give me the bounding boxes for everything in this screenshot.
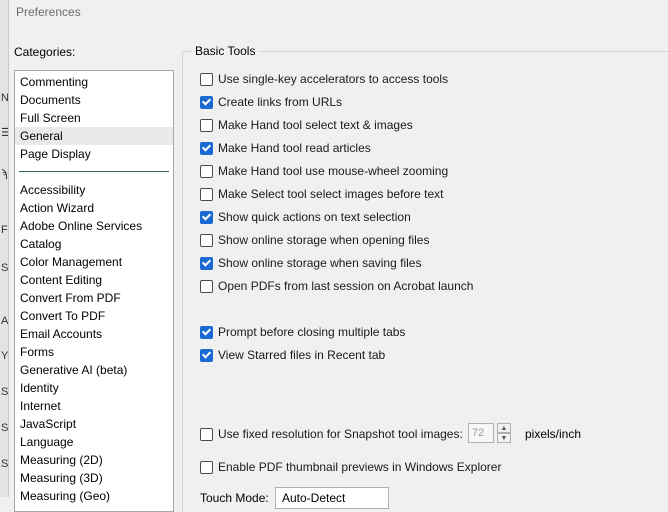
option-make-select-tool-select-images-before-te[interactable]: Make Select tool select images before te… — [200, 186, 443, 202]
category-item-catalog[interactable]: Catalog — [15, 235, 173, 253]
option-make-hand-tool-read-articles[interactable]: Make Hand tool read articles — [200, 140, 371, 156]
option-label: Use fixed resolution for Snapshot tool i… — [218, 427, 463, 441]
checkbox-checked-icon[interactable] — [200, 325, 213, 339]
basic-tools-legend: Basic Tools — [192, 44, 259, 58]
option-enable-pdf-thumbnail-previews-in-windows[interactable]: Enable PDF thumbnail previews in Windows… — [200, 459, 501, 475]
option-view-starred-files-in-recent-tab[interactable]: View Starred files in Recent tab — [200, 347, 385, 363]
resolution-spin-down-button[interactable]: ▼ — [497, 433, 511, 443]
checkbox-unchecked-icon[interactable] — [200, 164, 213, 178]
option-open-pdfs-from-last-session-on-acrobat-l[interactable]: Open PDFs from last session on Acrobat l… — [200, 278, 473, 294]
option-label: Make Hand tool read articles — [218, 141, 371, 155]
category-separator — [19, 171, 169, 172]
category-item-commenting[interactable]: Commenting — [15, 73, 173, 91]
category-item-internet[interactable]: Internet — [15, 397, 173, 415]
category-item-color-management[interactable]: Color Management — [15, 253, 173, 271]
option-show-quick-actions-on-text-selection[interactable]: Show quick actions on text selection — [200, 209, 411, 225]
option-make-hand-tool-select-text-images[interactable]: Make Hand tool select text & images — [200, 117, 413, 133]
category-item-email-accounts[interactable]: Email Accounts — [15, 325, 173, 343]
option-show-online-storage-when-opening-files[interactable]: Show online storage when opening files — [200, 232, 429, 248]
category-item-convert-to-pdf[interactable]: Convert To PDF — [15, 307, 173, 325]
category-item-measuring-2d[interactable]: Measuring (2D) — [15, 451, 173, 469]
checkbox-unchecked-icon[interactable] — [200, 72, 213, 86]
option-label: Make Select tool select images before te… — [218, 187, 444, 201]
option-label: Create links from URLs — [218, 95, 343, 109]
touch-mode-select[interactable]: Auto-Detect — [275, 487, 389, 509]
checkbox-checked-icon[interactable] — [200, 210, 213, 224]
chevron-down-icon: ▼ — [500, 434, 508, 442]
checkbox-unchecked-icon[interactable] — [200, 460, 213, 474]
resolution-spin-up-button[interactable]: ▲ — [497, 423, 511, 433]
category-item-action-wizard[interactable]: Action Wizard — [15, 199, 173, 217]
option-create-links-from-urls[interactable]: Create links from URLs — [200, 94, 342, 110]
option-label: Show online storage when opening files — [218, 233, 430, 247]
option-prompt-before-closing-multiple-tabs[interactable]: Prompt before closing multiple tabs — [200, 324, 405, 340]
background-fragment: ϡ — [1, 168, 8, 180]
category-item-generative-ai-beta[interactable]: Generative AI (beta) — [15, 361, 173, 379]
category-item-content-editing[interactable]: Content Editing — [15, 271, 173, 289]
option-label: Make Hand tool use mouse-wheel zooming — [218, 164, 449, 178]
background-fragment: F — [1, 224, 8, 236]
option-label: Make Hand tool select text & images — [218, 118, 413, 132]
categories-label: Categories: — [14, 45, 76, 59]
option-make-hand-tool-use-mouse-wheel-zooming[interactable]: Make Hand tool use mouse-wheel zooming — [200, 163, 448, 179]
category-item-language[interactable]: Language — [15, 433, 173, 451]
option-label: Show quick actions on text selection — [218, 210, 411, 224]
category-item-general[interactable]: General — [15, 127, 173, 145]
category-item-measuring-3d[interactable]: Measuring (3D) — [15, 469, 173, 487]
chevron-up-icon: ▲ — [500, 424, 508, 432]
checkbox-unchecked-icon[interactable] — [200, 233, 213, 247]
category-item-measuring-geo[interactable]: Measuring (Geo) — [15, 487, 173, 505]
category-item-identity[interactable]: Identity — [15, 379, 173, 397]
option-label: Show online storage when saving files — [218, 256, 422, 270]
checkbox-unchecked-icon[interactable] — [200, 187, 213, 201]
window-title: Preferences — [16, 5, 81, 19]
checkbox-unchecked-icon[interactable] — [200, 279, 213, 293]
checkbox-checked-icon[interactable] — [200, 95, 213, 109]
option-label: View Starred files in Recent tab — [218, 348, 386, 362]
option-label: Prompt before closing multiple tabs — [218, 325, 406, 339]
category-item-adobe-online-services[interactable]: Adobe Online Services — [15, 217, 173, 235]
option-label: Use single-key accelerators to access to… — [218, 72, 449, 86]
option-show-online-storage-when-saving-files[interactable]: Show online storage when saving files — [200, 255, 421, 271]
category-item-forms[interactable]: Forms — [15, 343, 173, 361]
checkbox-unchecked-icon[interactable] — [200, 118, 213, 132]
checkbox-checked-icon[interactable] — [200, 141, 213, 155]
resolution-unit-label: pixels/inch — [525, 427, 582, 441]
option-use-fixed-resolution-for-snapshot-tool-i[interactable]: Use fixed resolution for Snapshot tool i… — [200, 426, 463, 442]
category-item-javascript[interactable]: JavaScript — [15, 415, 173, 433]
option-use-single-key-accelerators-to-access-to[interactable]: Use single-key accelerators to access to… — [200, 71, 448, 87]
checkbox-unchecked-icon[interactable] — [200, 427, 213, 441]
checkbox-checked-icon[interactable] — [200, 256, 213, 270]
option-label: Enable PDF thumbnail previews in Windows… — [218, 460, 502, 474]
snapshot-resolution-input[interactable] — [468, 423, 494, 443]
checkbox-checked-icon[interactable] — [200, 348, 213, 362]
category-item-documents[interactable]: Documents — [15, 91, 173, 109]
category-item-full-screen[interactable]: Full Screen — [15, 109, 173, 127]
category-item-convert-from-pdf[interactable]: Convert From PDF — [15, 289, 173, 307]
title-bar[interactable]: Preferences — [9, 0, 668, 26]
option-label: Open PDFs from last session on Acrobat l… — [218, 279, 474, 293]
touch-mode-label: Touch Mode: — [200, 491, 269, 505]
category-item-page-display[interactable]: Page Display — [15, 145, 173, 163]
category-item-accessibility[interactable]: Accessibility — [15, 181, 173, 199]
categories-list[interactable]: Commenting Documents Full Screen General Pag… — [14, 70, 174, 512]
